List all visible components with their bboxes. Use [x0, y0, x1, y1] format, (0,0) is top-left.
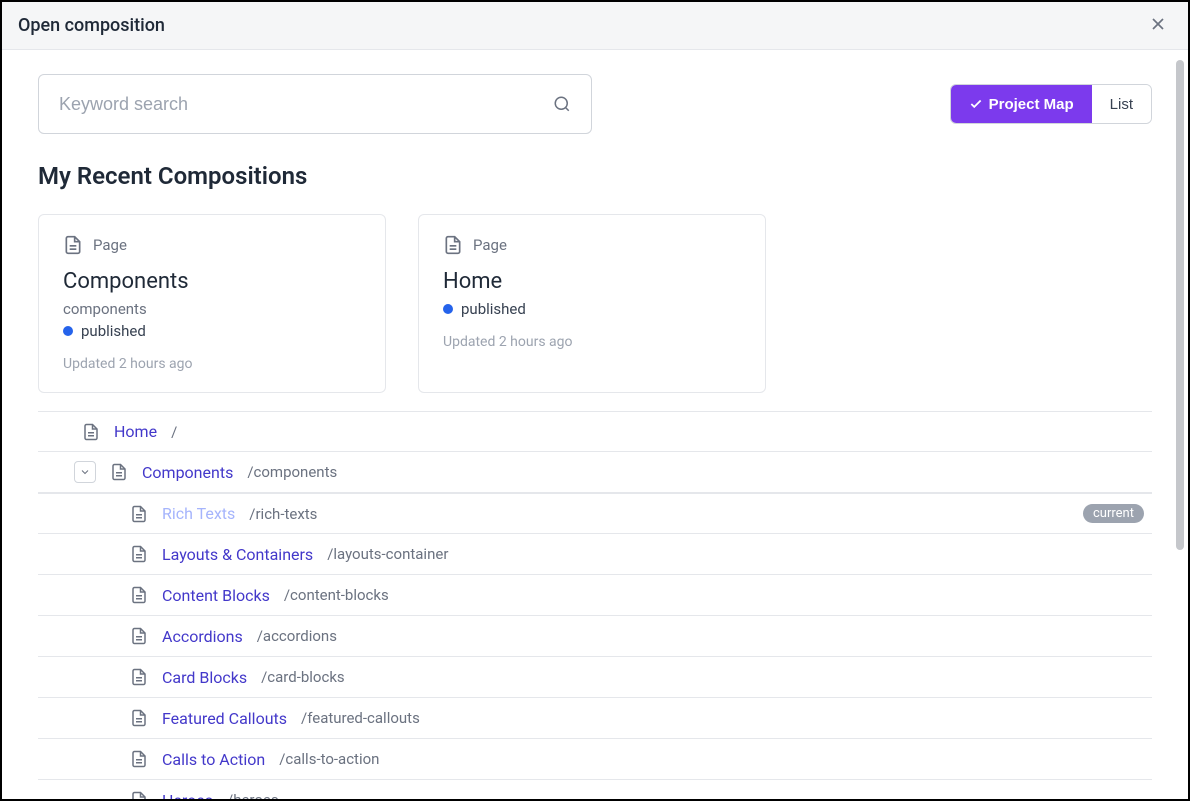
tree-path: /layouts-container [327, 545, 448, 563]
tree-row[interactable]: Calls to Action/calls-to-action [38, 739, 1152, 780]
tree-path: /content-blocks [284, 586, 389, 604]
card-name: Components [63, 269, 361, 294]
search-input[interactable] [59, 94, 553, 115]
page-icon [443, 235, 463, 255]
card-updated: Updated 2 hours ago [63, 356, 361, 372]
page-icon [130, 586, 148, 604]
composition-card[interactable]: Page Home published Updated 2 hours ago [418, 214, 766, 393]
tree-row[interactable]: Heroes/heroes [38, 780, 1152, 799]
page-icon [130, 545, 148, 563]
card-status-label: published [461, 300, 526, 318]
modal-body: Project Map List My Recent Compositions … [2, 50, 1188, 799]
project-tree: Home / Components /components Rich Texts… [38, 411, 1152, 799]
tree-link[interactable]: Layouts & Containers [162, 545, 313, 564]
status-dot [443, 304, 453, 314]
page-icon [130, 668, 148, 686]
card-slug: components [63, 300, 361, 318]
view-toggle: Project Map List [950, 84, 1152, 124]
tree-path: /calls-to-action [279, 750, 379, 768]
tree-row[interactable]: Layouts & Containers/layouts-container [38, 534, 1152, 575]
modal-title: Open composition [18, 15, 165, 36]
tree-row-home[interactable]: Home / [38, 411, 1152, 452]
tree-row[interactable]: Featured Callouts/featured-callouts [38, 698, 1152, 739]
current-badge: current [1083, 504, 1144, 523]
page-icon [130, 505, 148, 523]
page-icon [130, 750, 148, 768]
tree-row-components[interactable]: Components /components [38, 452, 1152, 493]
card-status: published [63, 322, 361, 340]
close-icon [1148, 14, 1168, 34]
tree-link[interactable]: Home [114, 422, 157, 441]
tree-link[interactable]: Card Blocks [162, 668, 247, 687]
view-list[interactable]: List [1092, 85, 1151, 123]
modal-header: Open composition [2, 2, 1188, 50]
tree-row[interactable]: Accordions/accordions [38, 616, 1152, 657]
page-icon [130, 627, 148, 645]
search-icon [553, 95, 571, 113]
card-status: published [443, 300, 741, 318]
search-box[interactable] [38, 74, 592, 134]
page-icon [82, 423, 100, 441]
tree-path: /rich-texts [249, 505, 317, 523]
tree-path: /components [247, 463, 337, 481]
scrollbar[interactable] [1176, 60, 1184, 550]
chevron-down-icon [79, 466, 91, 478]
view-project-map-label: Project Map [989, 96, 1074, 113]
close-button[interactable] [1144, 10, 1172, 42]
tree-path: /heroes [227, 791, 279, 799]
tree-link[interactable]: Components [142, 463, 233, 482]
section-title: My Recent Compositions [38, 162, 1152, 190]
tree-path: /featured-callouts [301, 709, 420, 727]
card-type: Page [63, 235, 361, 255]
card-name: Home [443, 269, 741, 294]
card-type: Page [443, 235, 741, 255]
recent-cards: Page Components components published Upd… [38, 214, 1152, 393]
view-list-label: List [1110, 96, 1133, 113]
status-dot [63, 326, 73, 336]
composition-card[interactable]: Page Components components published Upd… [38, 214, 386, 393]
tree-path: / [171, 423, 177, 441]
tree-path: /accordions [257, 627, 337, 645]
page-icon [110, 463, 128, 481]
tree-link[interactable]: Featured Callouts [162, 709, 287, 728]
tree-row[interactable]: Rich Texts/rich-texts current [38, 493, 1152, 534]
card-type-label: Page [473, 236, 507, 254]
tree-link[interactable]: Heroes [162, 791, 213, 800]
tree-link[interactable]: Content Blocks [162, 586, 270, 605]
page-icon [130, 791, 148, 799]
card-type-label: Page [93, 236, 127, 254]
card-updated: Updated 2 hours ago [443, 334, 741, 350]
top-controls: Project Map List [38, 74, 1152, 134]
view-project-map[interactable]: Project Map [951, 85, 1092, 123]
card-status-label: published [81, 322, 146, 340]
tree-link[interactable]: Calls to Action [162, 750, 265, 769]
tree-path: /card-blocks [261, 668, 345, 686]
collapse-toggle[interactable] [74, 461, 96, 483]
tree-link[interactable]: Rich Texts [162, 504, 235, 523]
tree-row[interactable]: Content Blocks/content-blocks [38, 575, 1152, 616]
tree-link[interactable]: Accordions [162, 627, 243, 646]
check-icon [969, 97, 983, 111]
page-icon [63, 235, 83, 255]
page-icon [130, 709, 148, 727]
tree-row[interactable]: Card Blocks/card-blocks [38, 657, 1152, 698]
